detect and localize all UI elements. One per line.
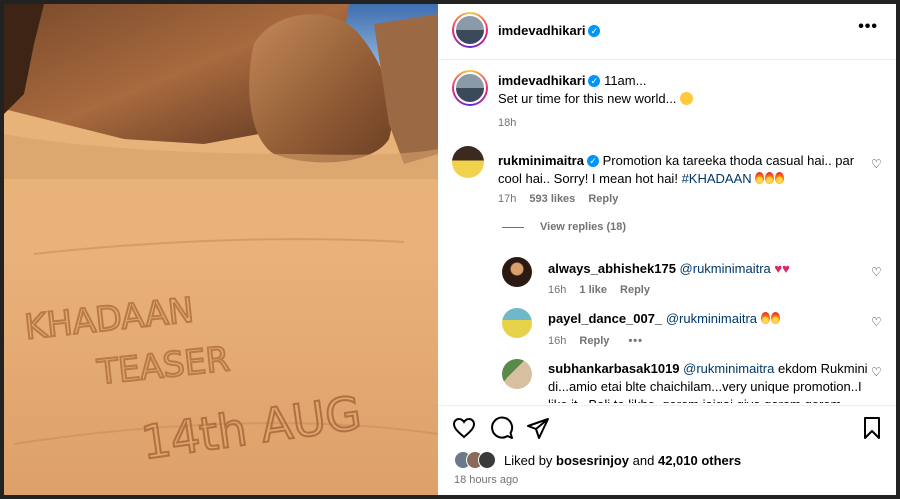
reply-age: 16h <box>548 335 567 347</box>
view-replies-line <box>502 227 524 228</box>
hashtag-link[interactable]: #KHADAAN <box>682 171 752 186</box>
caption-avatar[interactable] <box>452 70 488 106</box>
post-header: imdevadhikari ✓ ••• <box>438 4 896 60</box>
liker-avatar <box>478 451 496 469</box>
post-photo[interactable]: KHADAAN TEASER 14th AUG <box>4 4 438 495</box>
reply-likes[interactable]: 1 like <box>579 284 607 296</box>
comment-avatar[interactable] <box>452 146 484 178</box>
comment-bubble-icon[interactable] <box>490 416 514 440</box>
header-username-row: imdevadhikari ✓ <box>498 22 601 40</box>
verified-badge-icon: ✓ <box>588 25 601 37</box>
reply-avatar[interactable] <box>502 308 532 338</box>
comment-meta: 17h 593 likes Reply <box>498 193 618 205</box>
comment-likes[interactable]: 593 likes <box>529 193 575 205</box>
like-reply-heart-icon[interactable]: ♡ <box>871 315 882 329</box>
reply-text: payel_dance_007_ @rukminimaitra <box>548 310 868 328</box>
view-replies-button[interactable]: View replies (18) <box>540 221 626 233</box>
like-comment-heart-icon[interactable]: ♡ <box>871 157 882 171</box>
verified-badge-icon: ✓ <box>588 75 601 87</box>
liked-by-text: Liked by bosesrinjoy and 42,010 others <box>504 453 741 468</box>
reply-reply-button[interactable]: Reply <box>579 335 609 347</box>
comment-reply-button[interactable]: Reply <box>588 193 618 205</box>
comment-username[interactable]: rukminimaitra <box>498 153 584 168</box>
more-options-icon[interactable]: ••• <box>858 18 878 36</box>
reply-text: subhankarbasak1019 @rukminimaitra ekdom … <box>548 360 868 403</box>
comments-section: imdevadhikari ✓ 11am... Set ur time for t… <box>438 61 896 403</box>
reply-meta: 16h Reply ••• <box>548 335 643 347</box>
reply-username[interactable]: payel_dance_007_ <box>548 311 662 326</box>
reply-avatar[interactable] <box>502 257 532 287</box>
caption: imdevadhikari ✓ 11am... Set ur time for t… <box>498 72 878 108</box>
header-avatar[interactable] <box>452 12 488 48</box>
header-username[interactable]: imdevadhikari <box>498 23 585 38</box>
liked-by-and: and <box>632 453 655 468</box>
reply-text: always_abhishek175 @rukminimaitra ♥♥ <box>548 260 868 278</box>
reply-avatar[interactable] <box>502 359 532 389</box>
mention-link[interactable]: @rukminimaitra <box>683 361 774 376</box>
like-reply-heart-icon[interactable]: ♡ <box>871 265 882 279</box>
fire-emoji-icon <box>760 311 781 326</box>
mention-link[interactable]: @rukminimaitra <box>666 311 757 326</box>
reply-more-icon[interactable]: ••• <box>628 335 643 347</box>
post-side-panel: imdevadhikari ✓ ••• imdevadhikari ✓ 11am..… <box>438 4 896 495</box>
reply-reply-button[interactable]: Reply <box>620 284 650 296</box>
liked-by-user[interactable]: bosesrinjoy <box>556 453 629 468</box>
verified-badge-icon: ✓ <box>586 155 599 167</box>
caption-age: 18h <box>498 117 517 129</box>
comment-age: 17h <box>498 193 517 205</box>
share-paper-plane-icon[interactable] <box>526 416 550 440</box>
post-timestamp[interactable]: 18 hours ago <box>454 474 518 486</box>
comment-text: rukminimaitra ✓ Promotion ka tareeka thod… <box>498 152 868 188</box>
caption-body: Set ur time for this new world... <box>498 91 677 106</box>
fire-emoji-icon <box>755 171 785 186</box>
like-heart-icon[interactable] <box>452 416 476 440</box>
mention-link[interactable]: @rukminimaitra <box>680 261 771 276</box>
reply-age: 16h <box>548 284 567 296</box>
caption-username[interactable]: imdevadhikari <box>498 73 585 88</box>
caption-time-line: 11am... <box>604 73 647 88</box>
like-reply-heart-icon[interactable]: ♡ <box>871 365 882 379</box>
smiley-emoji-icon <box>680 92 694 105</box>
reply-username[interactable]: subhankarbasak1019 <box>548 361 680 376</box>
desert-photo: KHADAAN TEASER 14th AUG <box>4 4 438 495</box>
liked-by-others[interactable]: 42,010 others <box>658 453 741 468</box>
save-bookmark-icon[interactable] <box>860 416 884 440</box>
liked-by-prefix: Liked by <box>504 453 553 468</box>
reply-meta: 16h 1 like Reply <box>548 284 650 296</box>
reply-username[interactable]: always_abhishek175 <box>548 261 676 276</box>
action-bar <box>438 405 896 443</box>
post-modal: KHADAAN TEASER 14th AUG imdevadhikari ✓ •… <box>0 0 900 499</box>
red-heart-emoji-icon: ♥♥ <box>774 261 790 276</box>
